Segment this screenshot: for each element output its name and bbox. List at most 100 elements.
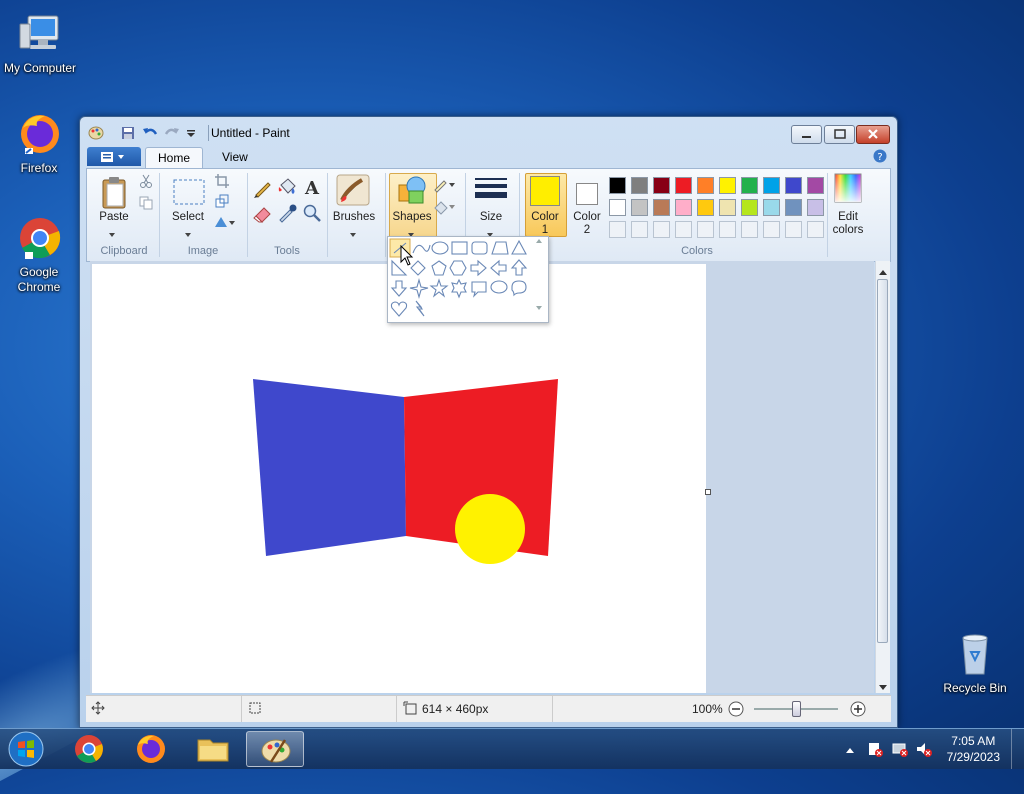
save-icon[interactable] bbox=[120, 126, 136, 140]
palette-custom-slot[interactable] bbox=[653, 221, 670, 238]
pencil-icon[interactable] bbox=[253, 178, 273, 201]
rotate-icon[interactable] bbox=[213, 215, 235, 232]
desktop-icon-chrome[interactable]: Google Chrome bbox=[0, 214, 79, 295]
palette-custom-slot[interactable] bbox=[697, 221, 714, 238]
zoom-out-button[interactable] bbox=[728, 701, 744, 720]
customize-qat-icon[interactable] bbox=[186, 126, 202, 140]
palette-color-swatch[interactable] bbox=[631, 199, 648, 216]
palette-color-swatch[interactable] bbox=[763, 177, 780, 194]
drawing-canvas[interactable] bbox=[92, 264, 706, 693]
desktop-icon-my-computer[interactable]: My Computer bbox=[0, 10, 80, 76]
palette-custom-slot[interactable] bbox=[763, 221, 780, 238]
brushes-button-label[interactable]: Brushes bbox=[330, 211, 378, 223]
select-dropdown-arrow[interactable] bbox=[185, 227, 193, 241]
paste-button-label[interactable]: Paste bbox=[95, 211, 133, 223]
crop-icon[interactable] bbox=[215, 174, 229, 191]
palette-color-swatch[interactable] bbox=[785, 199, 802, 216]
minimize-button[interactable] bbox=[791, 125, 822, 144]
scroll-down-arrow[interactable] bbox=[878, 681, 888, 695]
palette-color-swatch[interactable] bbox=[653, 177, 670, 194]
palette-color-swatch[interactable] bbox=[807, 177, 824, 194]
shapes-icon[interactable] bbox=[397, 175, 427, 208]
palette-color-swatch[interactable] bbox=[609, 177, 626, 194]
zoom-slider-thumb[interactable] bbox=[792, 701, 801, 717]
taskbar-chrome[interactable] bbox=[60, 731, 118, 767]
palette-color-swatch[interactable] bbox=[675, 177, 692, 194]
close-button[interactable] bbox=[856, 125, 890, 144]
scrollbar-thumb[interactable] bbox=[877, 279, 888, 643]
magnifier-icon[interactable] bbox=[302, 203, 322, 226]
select-icon[interactable] bbox=[173, 179, 205, 208]
desktop-icon-recycle-bin[interactable]: Recycle Bin bbox=[935, 630, 1015, 696]
palette-color-swatch[interactable] bbox=[763, 199, 780, 216]
palette-color-swatch[interactable] bbox=[785, 177, 802, 194]
paint-app-icon[interactable] bbox=[88, 126, 104, 140]
palette-color-swatch[interactable] bbox=[697, 177, 714, 194]
maximize-button[interactable] bbox=[824, 125, 855, 144]
palette-color-swatch[interactable] bbox=[697, 199, 714, 216]
copy-icon[interactable] bbox=[139, 196, 153, 213]
text-tool-icon[interactable]: A bbox=[302, 177, 322, 200]
help-icon[interactable]: ? bbox=[873, 149, 887, 166]
palette-color-swatch[interactable] bbox=[653, 199, 670, 216]
tab-view[interactable]: View bbox=[210, 147, 260, 167]
edit-colors-label[interactable]: Edit colors bbox=[826, 211, 870, 237]
size-button-label[interactable]: Size bbox=[471, 211, 511, 223]
taskbar-firefox[interactable] bbox=[122, 731, 180, 767]
palette-custom-slot[interactable] bbox=[675, 221, 692, 238]
edit-colors-icon[interactable] bbox=[834, 173, 862, 206]
palette-color-swatch[interactable] bbox=[741, 177, 758, 194]
volume-muted-icon[interactable] bbox=[915, 740, 933, 761]
scroll-up-arrow[interactable] bbox=[878, 265, 888, 279]
color2-label[interactable]: Color 2 bbox=[567, 211, 607, 237]
shapes-button-label[interactable]: Shapes bbox=[389, 211, 435, 223]
palette-color-swatch[interactable] bbox=[675, 199, 692, 216]
palette-color-swatch[interactable] bbox=[719, 199, 736, 216]
select-button-label[interactable]: Select bbox=[167, 211, 209, 223]
start-button[interactable] bbox=[4, 729, 48, 772]
resize-icon[interactable] bbox=[215, 194, 229, 211]
palette-custom-slot[interactable] bbox=[609, 221, 626, 238]
network-icon[interactable] bbox=[891, 740, 909, 761]
paste-dropdown-arrow[interactable] bbox=[109, 227, 117, 241]
tab-home[interactable]: Home bbox=[145, 147, 204, 168]
desktop-icon-firefox[interactable]: Firefox bbox=[0, 110, 79, 176]
vertical-scrollbar[interactable] bbox=[875, 261, 890, 693]
zoom-in-button[interactable] bbox=[850, 701, 866, 720]
palette-custom-slot[interactable] bbox=[807, 221, 824, 238]
palette-custom-slot[interactable] bbox=[719, 221, 736, 238]
palette-color-swatch[interactable] bbox=[719, 177, 736, 194]
palette-color-swatch[interactable] bbox=[807, 199, 824, 216]
cut-icon[interactable] bbox=[139, 174, 153, 191]
paste-icon[interactable] bbox=[101, 175, 129, 212]
outline-icon[interactable] bbox=[433, 177, 457, 196]
brushes-icon[interactable] bbox=[336, 174, 370, 209]
fill-icon[interactable] bbox=[433, 199, 457, 218]
fill-bucket-icon[interactable] bbox=[277, 177, 297, 200]
title-bar[interactable]: Untitled - Paint bbox=[80, 117, 897, 145]
show-hidden-icons-arrow[interactable] bbox=[845, 743, 855, 757]
show-desktop-button[interactable] bbox=[1011, 729, 1024, 769]
palette-color-swatch[interactable] bbox=[609, 199, 626, 216]
brushes-dropdown-arrow[interactable] bbox=[350, 227, 358, 241]
action-center-icon[interactable] bbox=[866, 740, 884, 761]
canvas-resize-handle[interactable] bbox=[705, 489, 711, 495]
palette-custom-slot[interactable] bbox=[785, 221, 802, 238]
size-icon[interactable] bbox=[475, 177, 507, 206]
palette-color-swatch[interactable] bbox=[741, 199, 758, 216]
palette-custom-slot[interactable] bbox=[631, 221, 648, 238]
taskbar-paint[interactable] bbox=[246, 731, 304, 767]
palette-color-swatch[interactable] bbox=[631, 177, 648, 194]
system-clock[interactable]: 7:05 AM 7/29/2023 bbox=[947, 733, 1000, 765]
undo-icon[interactable] bbox=[142, 126, 158, 140]
gallery-pentagon-icon bbox=[431, 260, 447, 276]
eraser-icon[interactable] bbox=[253, 203, 273, 226]
desktop-icon-label: Google Chrome bbox=[17, 265, 61, 294]
taskbar-file-explorer[interactable] bbox=[184, 731, 242, 767]
color2-swatch[interactable] bbox=[576, 183, 598, 205]
color-picker-icon[interactable] bbox=[277, 203, 297, 226]
palette-custom-slot[interactable] bbox=[741, 221, 758, 238]
paint-menu-button[interactable] bbox=[87, 147, 141, 166]
redo-icon[interactable] bbox=[164, 126, 180, 140]
canvas-workarea[interactable] bbox=[90, 261, 874, 693]
